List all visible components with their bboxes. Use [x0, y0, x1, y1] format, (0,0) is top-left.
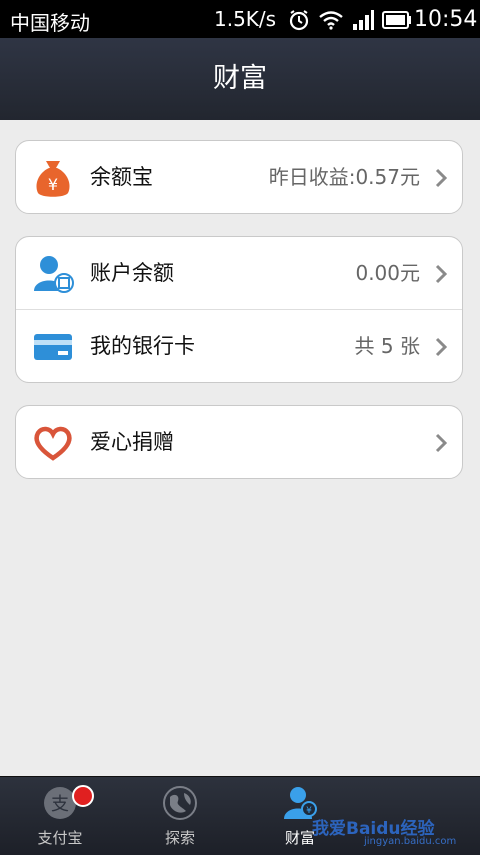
account-card: 账户余额 0.00元 我的银行卡 共 5 张 — [15, 236, 463, 383]
list-item-bank-cards[interactable]: 我的银行卡 共 5 张 — [16, 310, 462, 382]
list-item-account-balance[interactable]: 账户余额 0.00元 — [16, 237, 462, 310]
list-item-donation[interactable]: 爱心捐赠 — [16, 406, 462, 478]
notification-badge — [72, 785, 94, 807]
signal-icon — [353, 10, 374, 30]
watermark: 我爱Baidu经验 jingyan.baidu.com — [308, 800, 478, 854]
chevron-right-icon — [435, 264, 448, 284]
page-title: 财富 — [213, 63, 267, 94]
yuebao-card: ¥ 余额宝 昨日收益:0.57元 — [15, 140, 463, 214]
globe-icon — [163, 786, 197, 820]
tab-explore-label: 探索 — [164, 829, 195, 847]
wifi-icon — [319, 11, 343, 30]
tab-alipay-label: 支付宝 — [37, 829, 83, 847]
yuebao-label: 余额宝 — [90, 165, 153, 189]
donation-label: 爱心捐赠 — [90, 430, 174, 454]
alarm-icon — [289, 10, 309, 31]
carrier-name: 中国移动 — [10, 11, 90, 35]
battery-icon — [382, 11, 411, 29]
money-bag-icon: ¥ — [36, 161, 70, 197]
svg-text:支: 支 — [51, 794, 69, 815]
account-balance-value: 0.00元 — [355, 261, 420, 285]
chevron-right-icon — [435, 337, 448, 357]
yuebao-yesterday-earnings: 昨日收益:0.57元 — [268, 165, 420, 189]
clock-time: 10:54 — [414, 7, 478, 32]
tab-alipay[interactable]: 支 支付宝 — [0, 777, 120, 855]
watermark-url: jingyan.baidu.com — [364, 836, 457, 847]
tab-explore[interactable]: 探索 — [120, 777, 240, 855]
donation-card: 爱心捐赠 — [15, 405, 463, 479]
chevron-right-icon — [435, 168, 448, 188]
list-item-yuebao[interactable]: ¥ 余额宝 昨日收益:0.57元 — [16, 141, 462, 213]
chevron-right-icon — [435, 433, 448, 453]
bank-cards-count: 共 5 张 — [354, 334, 420, 358]
heart-icon — [34, 426, 72, 461]
page-header: 财富 — [0, 38, 480, 120]
account-user-icon — [34, 256, 74, 293]
network-speed: 1.5K/s — [214, 7, 277, 31]
status-bar: 中国移动 1.5K/s 10:54 — [0, 0, 480, 38]
bank-card-icon — [34, 334, 72, 360]
account-balance-label: 账户余额 — [90, 261, 174, 285]
bank-cards-label: 我的银行卡 — [90, 334, 195, 358]
svg-text:¥: ¥ — [48, 175, 58, 194]
